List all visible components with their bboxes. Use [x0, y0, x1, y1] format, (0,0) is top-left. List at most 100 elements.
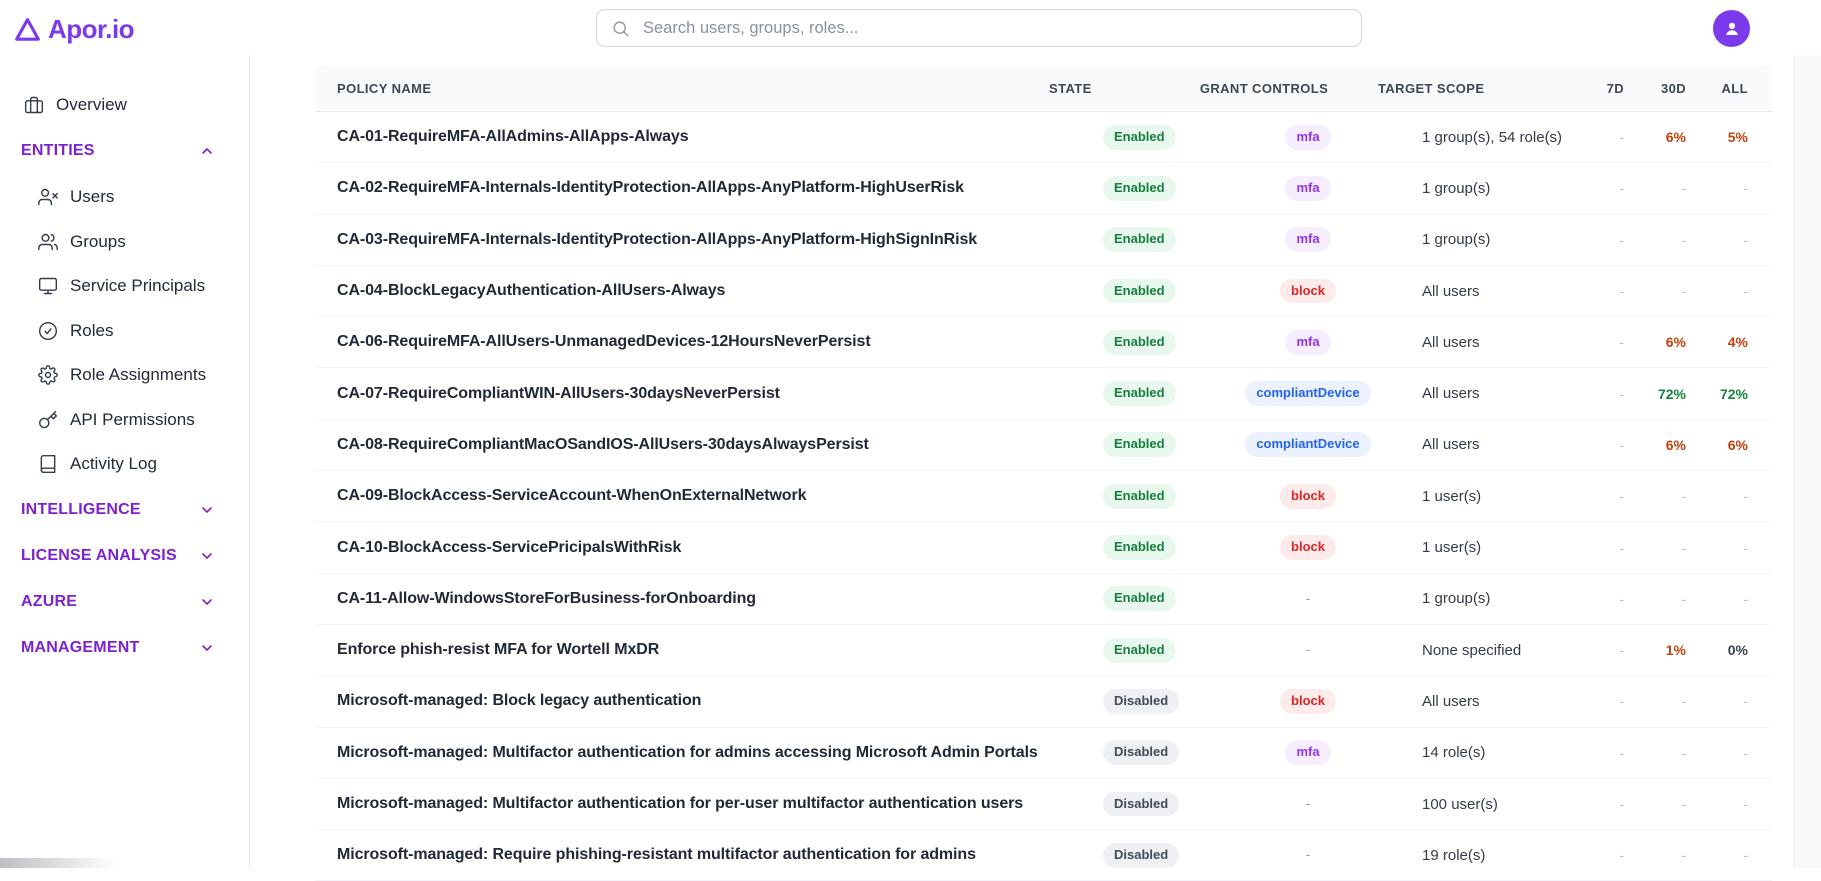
column-header-target-scope[interactable]: TARGET SCOPE — [1334, 81, 1578, 96]
table-row[interactable]: Microsoft-managed: Multifactor authentic… — [315, 779, 1772, 830]
grant-control-badge: block — [1280, 279, 1336, 304]
metric-30d: 1% — [1624, 642, 1686, 658]
sidebar-item-label: Overview — [56, 95, 127, 115]
grant-cell: mfa — [1238, 740, 1378, 765]
sidebar-section-intelligence[interactable]: INTELLIGENCE — [0, 488, 249, 533]
grant-cell: - — [1238, 846, 1378, 864]
metric-7d: - — [1578, 693, 1624, 709]
table-row[interactable]: CA-04-BlockLegacyAuthentication-AllUsers… — [315, 266, 1772, 317]
chevron-down-icon — [199, 640, 215, 656]
table-row[interactable]: Microsoft-managed: Multifactor authentic… — [315, 728, 1772, 779]
search-input[interactable] — [641, 18, 1347, 39]
state-badge: Enabled — [1103, 227, 1176, 252]
metric-all: 5% — [1686, 129, 1748, 145]
topbar: Apor.io — [0, 0, 1821, 55]
metric-30d: - — [1624, 693, 1686, 709]
sidebar-item-api-permissions[interactable]: API Permissions — [0, 398, 249, 443]
scrollbar[interactable] — [1794, 55, 1821, 868]
policy-table-body: CA-01-RequireMFA-AllAdmins-AllApps-Alway… — [315, 112, 1772, 881]
person-icon — [1721, 18, 1743, 40]
table-row[interactable]: CA-11-Allow-WindowsStoreForBusiness-forO… — [315, 574, 1772, 625]
sidebar-item-label: Service Principals — [70, 276, 205, 296]
user-avatar[interactable] — [1713, 10, 1750, 47]
metric-30d: - — [1624, 847, 1686, 863]
policy-name: CA-06-RequireMFA-AllUsers-UnmanagedDevic… — [315, 333, 1093, 351]
table-row[interactable]: CA-08-RequireCompliantMacOSandIOS-AllUse… — [315, 420, 1772, 471]
check-circle-icon — [38, 321, 58, 341]
grant-control-empty: - — [1306, 641, 1311, 657]
column-header-state[interactable]: STATE — [1039, 81, 1194, 96]
state-badge: Enabled — [1103, 432, 1176, 457]
grant-control-badge: mfa — [1285, 125, 1330, 150]
state-badge: Disabled — [1103, 689, 1179, 714]
sidebar-item-label: Roles — [70, 321, 113, 341]
table-row[interactable]: CA-03-RequireMFA-Internals-IdentityProte… — [315, 215, 1772, 266]
table-row[interactable]: CA-07-RequireCompliantWIN-AllUsers-30day… — [315, 368, 1772, 419]
table-row[interactable]: CA-10-BlockAccess-ServicePricipalsWithRi… — [315, 522, 1772, 573]
table-row[interactable]: CA-09-BlockAccess-ServiceAccount-WhenOnE… — [315, 471, 1772, 522]
state-badge: Disabled — [1103, 740, 1179, 765]
policy-name: Microsoft-managed: Require phishing-resi… — [315, 846, 1093, 864]
table-row[interactable]: CA-01-RequireMFA-AllAdmins-AllApps-Alway… — [315, 112, 1772, 163]
policy-name: CA-01-RequireMFA-AllAdmins-AllApps-Alway… — [315, 128, 1093, 146]
table-row[interactable]: CA-06-RequireMFA-AllUsers-UnmanagedDevic… — [315, 317, 1772, 368]
column-header-30d[interactable]: 30D — [1624, 81, 1686, 96]
metric-7d: - — [1578, 591, 1624, 607]
sidebar-item-role-assignments[interactable]: Role Assignments — [0, 353, 249, 398]
policy-name: Microsoft-managed: Multifactor authentic… — [315, 744, 1093, 762]
metric-7d: - — [1578, 334, 1624, 350]
sidebar-item-overview[interactable]: Overview — [0, 83, 249, 128]
column-header-policy-name[interactable]: POLICY NAME — [315, 81, 1039, 96]
metric-7d: - — [1578, 283, 1624, 299]
state-badge: Enabled — [1103, 586, 1176, 611]
bottom-left-artifact — [0, 858, 118, 868]
grant-cell: compliantDevice — [1238, 381, 1378, 406]
metric-7d: - — [1578, 796, 1624, 812]
metric-30d: - — [1624, 180, 1686, 196]
metric-30d: - — [1624, 283, 1686, 299]
sidebar-item-label: API Permissions — [70, 410, 195, 430]
table-row[interactable]: Enforce phish-resist MFA for Wortell MxD… — [315, 625, 1772, 676]
sidebar-item-groups[interactable]: Groups — [0, 220, 249, 265]
state-cell: Disabled — [1093, 689, 1238, 714]
grant-control-empty: - — [1306, 795, 1311, 811]
metric-30d: - — [1624, 540, 1686, 556]
table-row[interactable]: CA-02-RequireMFA-Internals-IdentityProte… — [315, 163, 1772, 214]
policy-name: CA-08-RequireCompliantMacOSandIOS-AllUse… — [315, 436, 1093, 454]
section-label: MANAGEMENT — [21, 639, 139, 657]
metric-30d: 6% — [1624, 437, 1686, 453]
metric-30d: 72% — [1624, 386, 1686, 402]
sidebar-item-users[interactable]: Users — [0, 175, 249, 220]
metric-7d: - — [1578, 642, 1624, 658]
app-logo[interactable]: Apor.io — [14, 14, 134, 45]
metric-all: - — [1686, 591, 1748, 607]
column-header-grant-controls[interactable]: GRANT CONTROLS — [1194, 81, 1334, 96]
target-scope: None specified — [1378, 642, 1578, 659]
chevron-down-icon — [199, 502, 215, 518]
grant-control-badge: mfa — [1285, 740, 1330, 765]
sidebar-item-activity-log[interactable]: Activity Log — [0, 442, 249, 487]
grant-control-badge: compliantDevice — [1245, 432, 1370, 457]
grant-control-badge: mfa — [1285, 176, 1330, 201]
table-row[interactable]: Microsoft-managed: Require phishing-resi… — [315, 830, 1772, 881]
sidebar-section-management[interactable]: MANAGEMENT — [0, 626, 249, 671]
sidebar-item-label: Role Assignments — [70, 365, 206, 385]
metric-7d: - — [1578, 488, 1624, 504]
grant-cell: - — [1238, 795, 1378, 813]
sidebar-section-azure[interactable]: AZURE — [0, 580, 249, 625]
column-header-7d[interactable]: 7D — [1578, 81, 1624, 96]
table-row[interactable]: Microsoft-managed: Block legacy authenti… — [315, 676, 1772, 727]
metric-all: - — [1686, 847, 1748, 863]
book-icon — [38, 454, 58, 474]
policy-name: CA-04-BlockLegacyAuthentication-AllUsers… — [315, 282, 1093, 300]
target-scope: 1 group(s) — [1378, 231, 1578, 248]
sidebar-item-service-principals[interactable]: Service Principals — [0, 264, 249, 309]
metric-7d: - — [1578, 540, 1624, 556]
sidebar-item-roles[interactable]: Roles — [0, 309, 249, 354]
metric-all: - — [1686, 283, 1748, 299]
column-header-all[interactable]: ALL — [1686, 81, 1748, 96]
sidebar-section-entities[interactable]: ENTITIES — [0, 129, 249, 174]
metric-7d: - — [1578, 386, 1624, 402]
users-icon — [38, 232, 58, 252]
sidebar-section-license-analysis[interactable]: LICENSE ANALYSIS — [0, 534, 249, 579]
